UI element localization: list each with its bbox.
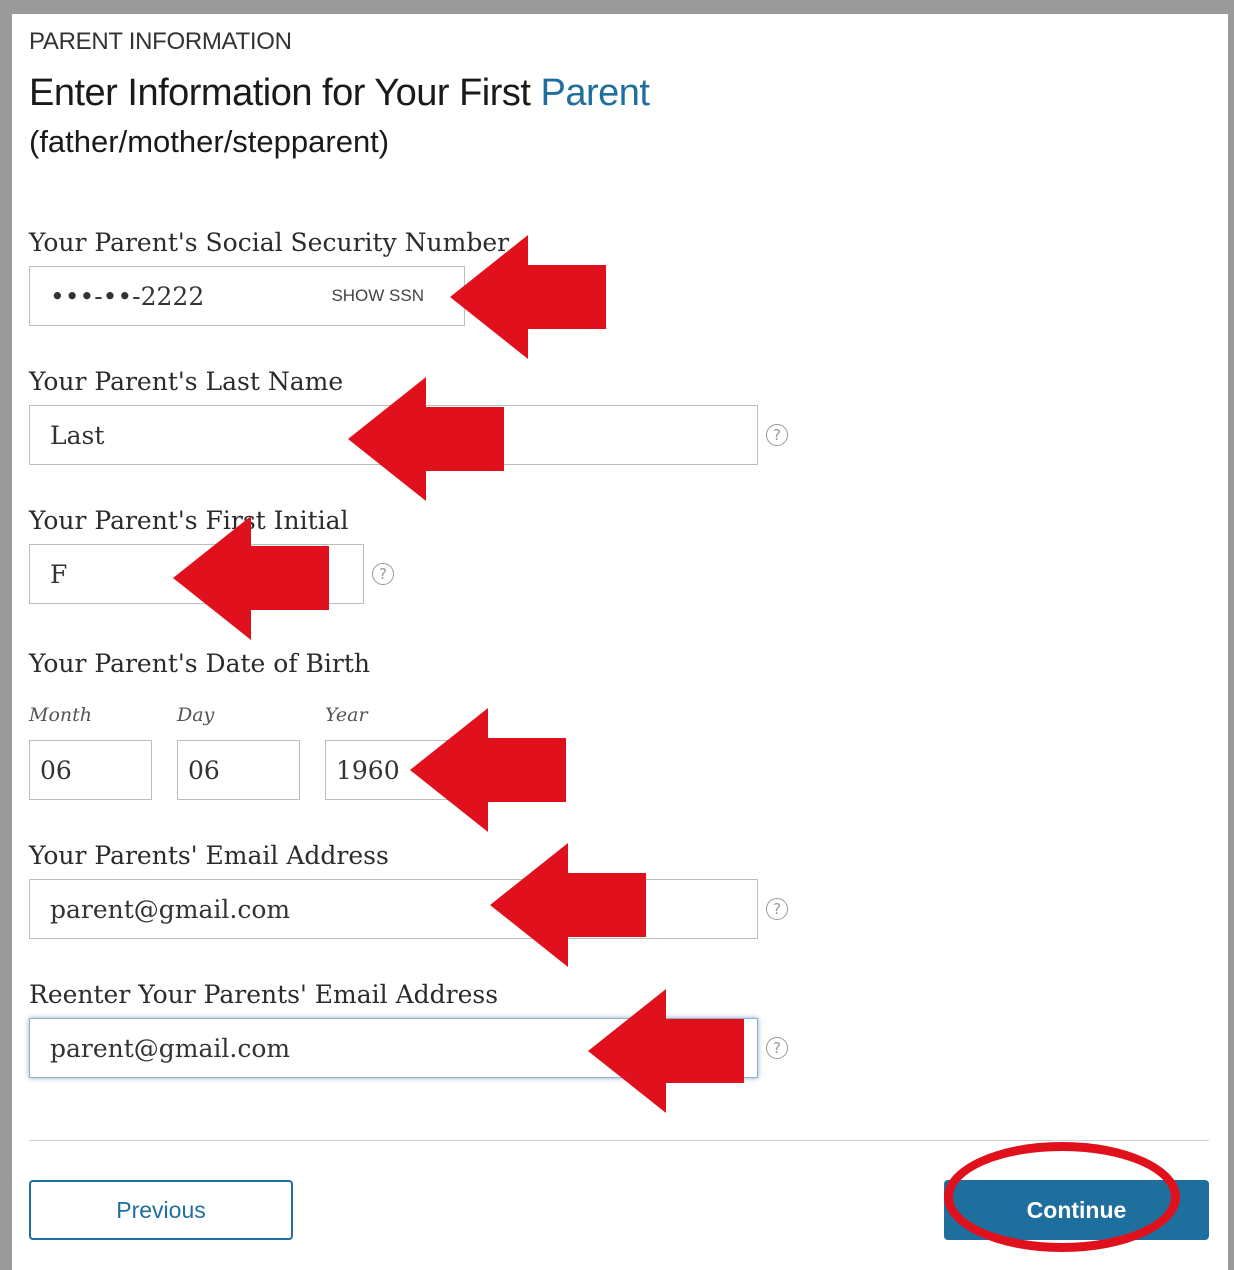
email-value: parent@gmail.com [50,894,291,924]
last-name-label: Your Parent's Last Name [29,367,344,396]
dob-month-input[interactable]: 06 [29,740,152,800]
dob-month-value: 06 [40,755,72,785]
last-name-input[interactable]: Last [29,405,758,465]
email-confirm-input[interactable]: parent@gmail.com [29,1018,758,1078]
page-title-main: Enter Information for Your First [29,72,541,114]
dob-year-input[interactable]: 1960 [325,740,448,800]
help-icon[interactable]: ? [766,898,788,920]
dob-year-value: 1960 [336,755,400,785]
ssn-label: Your Parent's Social Security Number [29,228,510,257]
ssn-input[interactable]: •••-••-2222 SHOW SSN [29,266,465,326]
page-subtitle: (father/mother/stepparent) [29,124,390,159]
first-initial-value: F [50,559,68,589]
form-card: PARENT INFORMATION Enter Information for… [12,14,1228,1270]
help-icon[interactable]: ? [372,563,394,585]
ssn-value: •••-••-2222 [50,281,205,311]
dob-day-value: 06 [188,755,220,785]
dob-month-label: Month [29,704,93,726]
email-input[interactable]: parent@gmail.com [29,879,758,939]
help-icon[interactable]: ? [766,1037,788,1059]
page-title-accent: Parent [540,72,650,114]
dob-day-input[interactable]: 06 [177,740,300,800]
page-title: Enter Information for Your First Parent [29,72,650,115]
first-initial-label: Your Parent's First Initial [29,506,349,535]
dob-year-label: Year [325,704,368,726]
dob-label: Your Parent's Date of Birth [29,649,370,678]
continue-button[interactable]: Continue [944,1180,1209,1240]
help-icon[interactable]: ? [766,424,788,446]
show-ssn-toggle[interactable]: SHOW SSN [331,286,424,306]
dob-day-label: Day [177,704,215,726]
email-confirm-label: Reenter Your Parents' Email Address [29,980,499,1009]
first-initial-input[interactable]: F [29,544,364,604]
email-confirm-value: parent@gmail.com [50,1033,291,1063]
divider [29,1140,1209,1141]
last-name-value: Last [50,420,105,450]
previous-button[interactable]: Previous [29,1180,293,1240]
email-label: Your Parents' Email Address [29,841,389,870]
section-label: PARENT INFORMATION [29,28,292,55]
